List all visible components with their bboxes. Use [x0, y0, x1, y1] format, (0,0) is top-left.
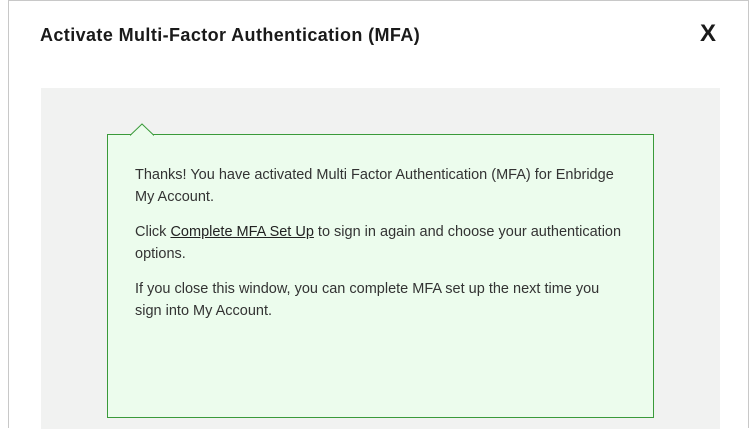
mfa-dialog: Activate Multi-Factor Authentication (MF…: [8, 0, 749, 429]
activation-confirmation-text: Thanks! You have activated Multi Factor …: [135, 167, 614, 205]
close-button[interactable]: X: [695, 20, 721, 48]
callout-pointer: [130, 123, 154, 136]
setup-instruction-prefix: Click: [135, 224, 171, 240]
close-window-note: If you close this window, you can comple…: [135, 281, 600, 319]
setup-instruction-text: Click Complete MFA Set Up to sign in aga…: [135, 221, 625, 265]
callout-message: Thanks! You have activated Multi Factor …: [135, 164, 625, 335]
dialog-title: Activate Multi-Factor Authentication (MF…: [40, 25, 421, 45]
dialog-body: Thanks! You have activated Multi Factor …: [41, 88, 720, 429]
complete-mfa-setup-link[interactable]: Complete MFA Set Up: [170, 224, 313, 240]
success-callout: Thanks! You have activated Multi Factor …: [107, 123, 654, 418]
dialog-header: Activate Multi-Factor Authentication (MF…: [9, 1, 748, 69]
